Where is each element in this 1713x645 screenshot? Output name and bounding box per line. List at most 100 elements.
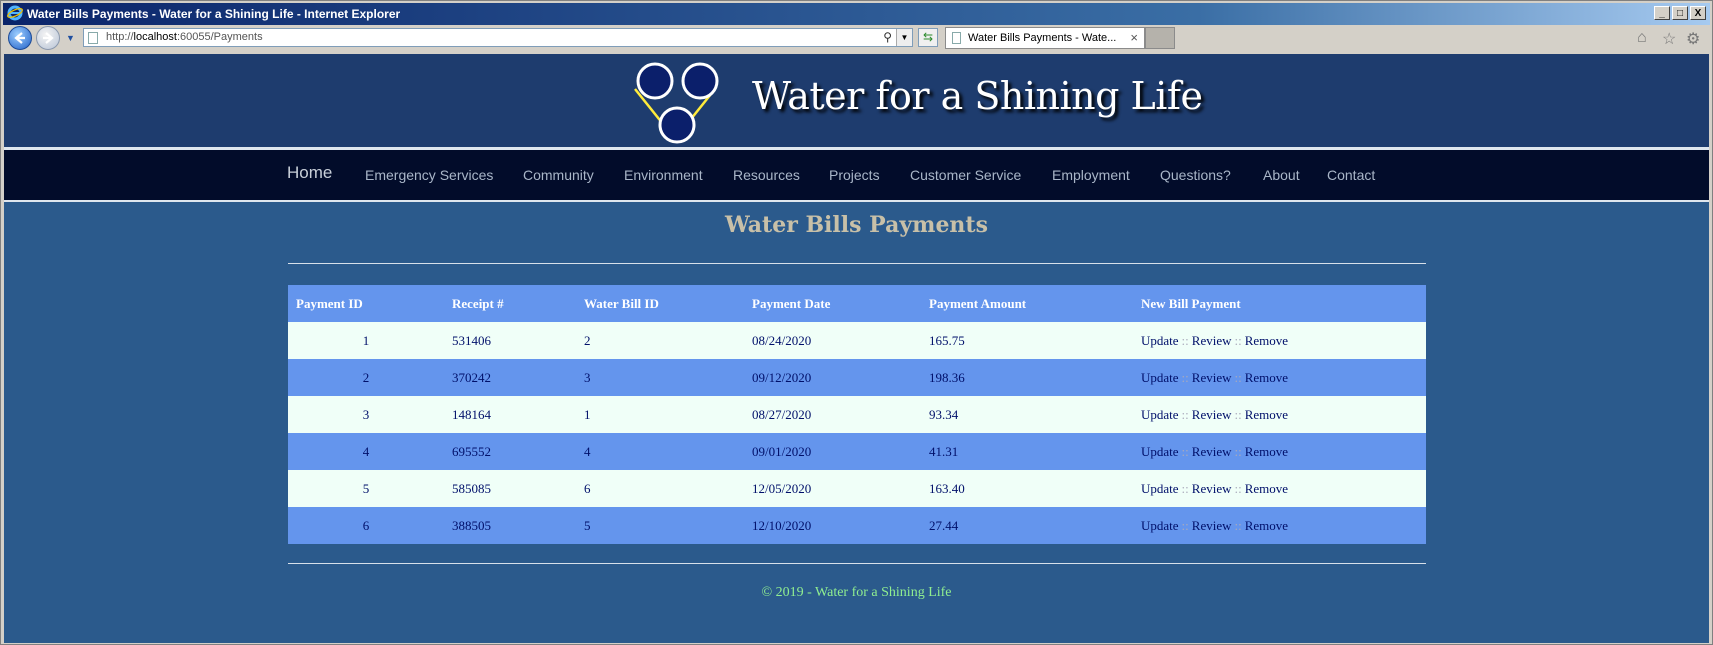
- favorites-star-icon[interactable]: ☆: [1662, 29, 1676, 49]
- nav-about[interactable]: About: [1263, 167, 1300, 183]
- payments-table: Payment ID Receipt # Water Bill ID Payme…: [288, 285, 1426, 544]
- tab-label: Water Bills Payments - Wate...: [968, 32, 1117, 44]
- update-link[interactable]: Update: [1141, 407, 1179, 422]
- back-arrow-icon: [14, 32, 25, 44]
- actions-cell: Update:: Review:: Remove: [1133, 396, 1426, 433]
- payment-date-cell: 12/10/2020: [744, 507, 921, 544]
- review-link[interactable]: Review: [1192, 407, 1232, 422]
- table-row: 2 370242 3 09/12/2020 198.36 Update:: Rev…: [288, 359, 1426, 396]
- footer-divider: [288, 563, 1426, 564]
- water-bill-id-cell: 5: [576, 507, 744, 544]
- title-bar: Water Bills Payments - Water for a Shini…: [3, 3, 1710, 25]
- review-link[interactable]: Review: [1192, 370, 1232, 385]
- remove-link[interactable]: Remove: [1245, 444, 1288, 459]
- site-header: Water for a Shining Life: [4, 54, 1709, 147]
- payment-id-cell: 2: [288, 359, 444, 396]
- action-separator: ::: [1234, 369, 1242, 385]
- new-tab-button[interactable]: [1145, 27, 1175, 49]
- update-link[interactable]: Update: [1141, 481, 1179, 496]
- col-water-bill-id: Water Bill ID: [576, 285, 744, 322]
- page-icon: [88, 32, 98, 44]
- browser-toolbar: ▼ http://localhost:60055/Payments ⚲ ▼ ⇆ …: [3, 25, 1710, 53]
- remove-link[interactable]: Remove: [1245, 370, 1288, 385]
- payment-amount-cell: 198.36: [921, 359, 1133, 396]
- browser-tab[interactable]: Water Bills Payments - Wate... ×: [945, 27, 1145, 49]
- receipt-cell: 585085: [444, 470, 576, 507]
- update-link[interactable]: Update: [1141, 333, 1179, 348]
- water-bill-id-cell: 3: [576, 359, 744, 396]
- remove-link[interactable]: Remove: [1245, 333, 1288, 348]
- update-link[interactable]: Update: [1141, 444, 1179, 459]
- table-row: 6 388505 5 12/10/2020 27.44 Update:: Revi…: [288, 507, 1426, 544]
- nav-environment[interactable]: Environment: [624, 167, 703, 183]
- action-separator: ::: [1181, 517, 1189, 533]
- refresh-button[interactable]: ⇆: [918, 28, 938, 47]
- address-dropdown-icon[interactable]: ▼: [896, 29, 912, 46]
- action-separator: ::: [1181, 406, 1189, 422]
- payment-date-cell: 09/12/2020: [744, 359, 921, 396]
- review-link[interactable]: Review: [1192, 518, 1232, 533]
- update-link[interactable]: Update: [1141, 370, 1179, 385]
- search-icon[interactable]: ⚲: [883, 30, 892, 44]
- nav-community[interactable]: Community: [523, 167, 594, 183]
- payment-amount-cell: 41.31: [921, 433, 1133, 470]
- actions-cell: Update:: Review:: Remove: [1133, 359, 1426, 396]
- col-payment-id: Payment ID: [288, 285, 444, 322]
- nav-customer-service[interactable]: Customer Service: [910, 167, 1021, 183]
- action-separator: ::: [1234, 332, 1242, 348]
- table-row: 4 695552 4 09/01/2020 41.31 Update:: Revi…: [288, 433, 1426, 470]
- action-separator: ::: [1181, 332, 1189, 348]
- action-separator: ::: [1181, 443, 1189, 459]
- review-link[interactable]: Review: [1192, 333, 1232, 348]
- payment-date-cell: 08/24/2020: [744, 322, 921, 359]
- nav-questions[interactable]: Questions?: [1160, 167, 1231, 183]
- table-row: 5 585085 6 12/05/2020 163.40 Update:: Rev…: [288, 470, 1426, 507]
- close-button[interactable]: X: [1690, 6, 1706, 20]
- payment-id-cell: 6: [288, 507, 444, 544]
- payment-id-cell: 1: [288, 322, 444, 359]
- payment-amount-cell: 165.75: [921, 322, 1133, 359]
- nav-contact[interactable]: Contact: [1327, 167, 1375, 183]
- nav-home[interactable]: Home: [287, 163, 332, 183]
- table-row: 1 531406 2 08/24/2020 165.75 Update:: Rev…: [288, 322, 1426, 359]
- back-button[interactable]: [8, 26, 32, 50]
- water-bill-id-cell: 4: [576, 433, 744, 470]
- nav-emergency-services[interactable]: Emergency Services: [365, 167, 493, 183]
- address-bar[interactable]: http://localhost:60055/Payments ⚲ ▼: [83, 28, 913, 47]
- minimize-button[interactable]: _: [1654, 6, 1670, 20]
- table-header-row: Payment ID Receipt # Water Bill ID Payme…: [288, 285, 1426, 322]
- nav-projects[interactable]: Projects: [829, 167, 880, 183]
- home-icon[interactable]: ⌂: [1637, 29, 1647, 47]
- url-text: http://localhost:60055/Payments: [106, 31, 263, 43]
- actions-cell: Update:: Review:: Remove: [1133, 470, 1426, 507]
- receipt-cell: 531406: [444, 322, 576, 359]
- table-row: 3 148164 1 08/27/2020 93.34 Update:: Revi…: [288, 396, 1426, 433]
- receipt-cell: 388505: [444, 507, 576, 544]
- review-link[interactable]: Review: [1192, 444, 1232, 459]
- update-link[interactable]: Update: [1141, 518, 1179, 533]
- tab-close-icon[interactable]: ×: [1130, 30, 1138, 45]
- actions-cell: Update:: Review:: Remove: [1133, 322, 1426, 359]
- forward-button[interactable]: [36, 26, 60, 50]
- payment-amount-cell: 163.40: [921, 470, 1133, 507]
- payment-amount-cell: 27.44: [921, 507, 1133, 544]
- review-link[interactable]: Review: [1192, 481, 1232, 496]
- remove-link[interactable]: Remove: [1245, 407, 1288, 422]
- payment-amount-cell: 93.34: [921, 396, 1133, 433]
- gear-icon[interactable]: ⚙: [1686, 29, 1700, 49]
- browser-window: Water Bills Payments - Water for a Shini…: [0, 0, 1713, 645]
- remove-link[interactable]: Remove: [1245, 481, 1288, 496]
- action-separator: ::: [1234, 517, 1242, 533]
- nav-resources[interactable]: Resources: [733, 167, 800, 183]
- nav-employment[interactable]: Employment: [1052, 167, 1130, 183]
- site-logo: [634, 62, 719, 144]
- forward-arrow-icon: [43, 32, 54, 44]
- receipt-cell: 695552: [444, 433, 576, 470]
- col-receipt: Receipt #: [444, 285, 576, 322]
- maximize-button[interactable]: □: [1672, 6, 1688, 20]
- history-dropdown-icon[interactable]: ▼: [66, 33, 75, 43]
- action-separator: ::: [1181, 369, 1189, 385]
- water-bill-id-cell: 1: [576, 396, 744, 433]
- page-title: Water Bills Payments: [725, 212, 988, 238]
- remove-link[interactable]: Remove: [1245, 518, 1288, 533]
